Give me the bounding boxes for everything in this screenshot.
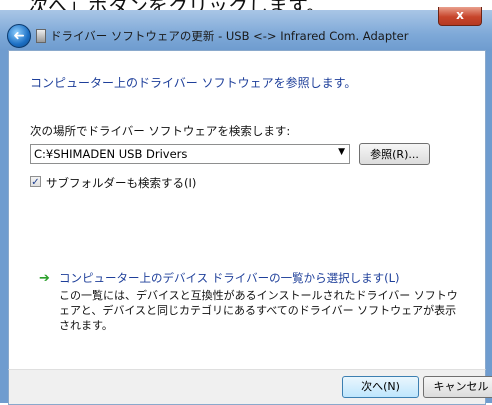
cancel-button[interactable]: キャンセル — [423, 376, 492, 398]
browse-button[interactable]: 参照(R)... — [359, 143, 430, 165]
back-arrow-icon: ➜ — [13, 28, 25, 44]
wizard-content: コンピューター上のドライバー ソフトウェアを参照します。 次の場所でドライバー … — [8, 50, 486, 370]
back-button[interactable]: ➜ — [7, 24, 31, 48]
driver-update-window: x ➜ ドライバー ソフトウェアの更新 - USB <-> Infrared C… — [0, 7, 492, 405]
driver-path-value: C:¥SHIMADEN USB Drivers — [34, 147, 188, 161]
search-location-label: 次の場所でドライバー ソフトウェアを検索します: — [30, 124, 291, 138]
green-arrow-icon: ➔ — [39, 271, 50, 286]
include-subfolders-checkbox[interactable]: ✓ — [30, 176, 41, 188]
wizard-footer: 次へ(N) キャンセル — [8, 369, 492, 405]
close-icon: x — [456, 8, 464, 22]
next-button[interactable]: 次へ(N) — [342, 376, 419, 398]
window-title: ドライバー ソフトウェアの更新 - USB <-> Infrared Com. … — [50, 29, 409, 43]
pick-from-list-link[interactable]: コンピューター上のデバイス ドライバーの一覧から選択します(L) — [59, 270, 399, 286]
close-button[interactable]: x — [438, 7, 482, 26]
page-heading: コンピューター上のドライバー ソフトウェアを参照します。 — [30, 76, 357, 90]
driver-path-combobox[interactable]: C:¥SHIMADEN USB Drivers ▼ — [30, 144, 350, 164]
chevron-down-icon[interactable]: ▼ — [338, 147, 345, 157]
include-subfolders-label: サブフォルダーも検索する(I) — [46, 176, 197, 190]
usb-device-icon — [36, 29, 46, 43]
pick-from-list-description: この一覧には、デバイスと互換性があるインストールされたドライバー ソフトウェアと… — [59, 289, 458, 332]
title-bar: x ➜ ドライバー ソフトウェアの更新 - USB <-> Infrared C… — [0, 7, 492, 50]
